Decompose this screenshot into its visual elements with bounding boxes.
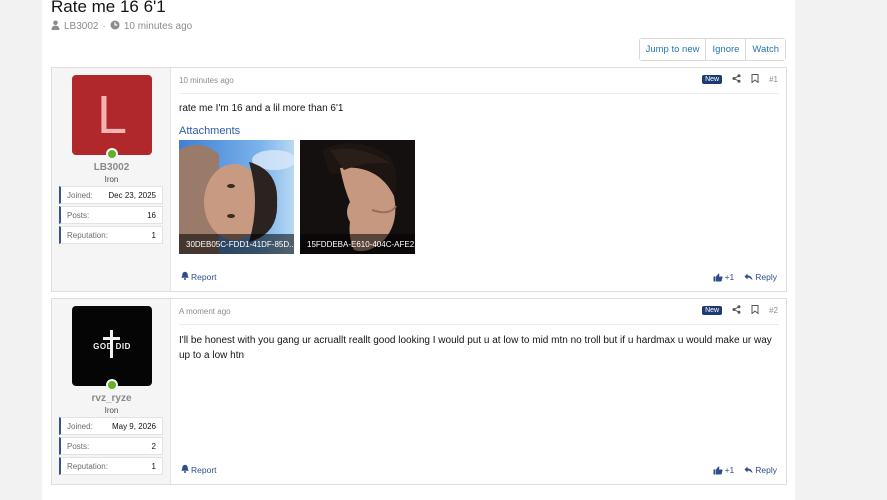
reply-icon <box>744 273 753 281</box>
clock-icon <box>110 20 120 33</box>
post-number[interactable]: #2 <box>769 306 778 315</box>
post-1: L LB3002 Iron Joined: Dec 23, 2025 Posts:… <box>51 67 787 292</box>
bookmark-icon[interactable] <box>751 305 759 316</box>
attachment-caption: 30DEB05C-FDD1-41DF-85D... <box>179 234 294 254</box>
online-indicator <box>106 379 118 391</box>
stat-joined: Joined: Dec 23, 2025 <box>59 186 163 204</box>
stat-reputation: Reputation: 1 <box>59 457 163 475</box>
user-icon <box>51 20 60 33</box>
jump-to-new-button[interactable]: Jump to new <box>639 39 707 60</box>
avatar[interactable]: L <box>72 75 152 155</box>
meta-separator: · <box>102 21 106 32</box>
reply-button[interactable]: Reply <box>744 465 777 475</box>
reply-label: Reply <box>755 272 777 282</box>
username[interactable]: rvz_ryze <box>52 393 171 404</box>
thread-actions: Jump to new Ignore Watch <box>638 38 786 61</box>
post-user-column: L LB3002 Iron Joined: Dec 23, 2025 Posts:… <box>52 68 171 291</box>
stat-value: 2 <box>151 441 156 451</box>
attachment-thumbnail[interactable]: 15FDDEBA-E610-404C-AFE2... <box>300 140 415 254</box>
user-title: Iron <box>104 175 119 184</box>
thread-page: Rate me 16 6'1 LB3002 · 10 minutes ago J… <box>42 0 795 500</box>
watch-button[interactable]: Watch <box>746 39 785 60</box>
thumbs-up-icon <box>713 273 723 282</box>
post-text: I'll be honest with you gang ur acruallt… <box>179 335 772 361</box>
stat-label: Posts: <box>67 441 90 451</box>
report-label: Report <box>191 464 217 475</box>
online-indicator <box>106 148 118 160</box>
like-count: +1 <box>724 272 735 282</box>
stat-label: Reputation: <box>67 461 108 471</box>
post-time[interactable]: 10 minutes ago <box>179 76 234 85</box>
user-stats: Joined: Dec 23, 2025 Posts: 16 Reputation:… <box>59 186 163 246</box>
stat-label: Joined: <box>67 421 93 431</box>
username[interactable]: LB3002 <box>52 162 171 173</box>
new-badge: New <box>702 75 723 84</box>
post-text: rate me I'm 16 and a lil more than 6'1 <box>179 103 344 114</box>
bell-icon <box>181 464 189 475</box>
like-button[interactable]: +1 <box>713 465 735 475</box>
report-label: Report <box>191 271 217 282</box>
post-divider <box>179 93 779 94</box>
bell-icon <box>181 271 189 282</box>
post-user-column: GOD DID rvz_ryze Iron Joined: May 9, 2026… <box>52 299 171 484</box>
user-stats: Joined: May 9, 2026 Posts: 2 Reputation: 1 <box>59 417 163 477</box>
thread-meta: LB3002 · 10 minutes ago <box>51 20 192 33</box>
post-body: 10 minutes ago New #1 rate me I'm 16 and… <box>172 68 786 291</box>
user-title: Iron <box>104 406 119 415</box>
post-reactions: +1 Reply <box>713 465 777 475</box>
post-tools: New #1 <box>702 74 778 85</box>
bookmark-icon[interactable] <box>751 74 759 85</box>
stat-label: Joined: <box>67 190 93 200</box>
share-icon[interactable] <box>732 74 741 85</box>
post-time[interactable]: A moment ago <box>179 307 231 316</box>
post-number[interactable]: #1 <box>769 75 778 84</box>
post-divider <box>179 324 779 325</box>
thumbs-up-icon <box>713 466 723 475</box>
stat-joined: Joined: May 9, 2026 <box>59 417 163 435</box>
reply-button[interactable]: Reply <box>744 272 777 282</box>
stat-posts: Posts: 2 <box>59 437 163 455</box>
stat-value: 1 <box>151 230 156 240</box>
like-button[interactable]: +1 <box>713 272 735 282</box>
report-link[interactable]: Report <box>181 271 217 282</box>
attachments-heading: Attachments <box>179 125 241 137</box>
reply-label: Reply <box>755 465 777 475</box>
attachment-thumbnail[interactable]: 30DEB05C-FDD1-41DF-85D... <box>179 140 294 254</box>
new-badge: New <box>702 306 723 315</box>
stat-value: May 9, 2026 <box>111 421 156 431</box>
stat-reputation: Reputation: 1 <box>59 226 163 244</box>
share-icon[interactable] <box>732 305 741 316</box>
avatar-text: GOD DID <box>93 342 131 351</box>
post-body: A moment ago New #2 I'll be honest with … <box>172 299 786 484</box>
report-link[interactable]: Report <box>181 464 217 475</box>
stat-label: Posts: <box>67 210 90 220</box>
reply-icon <box>744 466 753 474</box>
stat-posts: Posts: 16 <box>59 206 163 224</box>
post-reactions: +1 Reply <box>713 272 777 282</box>
thread-title: Rate me 16 6'1 <box>51 0 166 16</box>
stat-value: 16 <box>147 210 156 220</box>
ignore-button[interactable]: Ignore <box>706 39 747 60</box>
post-2: GOD DID rvz_ryze Iron Joined: May 9, 2026… <box>51 298 787 485</box>
avatar[interactable]: GOD DID <box>72 306 152 386</box>
stat-label: Reputation: <box>67 230 108 240</box>
stat-value: Dec 23, 2025 <box>108 190 156 200</box>
attachment-caption: 15FDDEBA-E610-404C-AFE2... <box>300 234 415 254</box>
like-count: +1 <box>724 465 735 475</box>
thread-author[interactable]: LB3002 <box>64 21 98 32</box>
thread-posted-time: 10 minutes ago <box>123 21 193 32</box>
stat-value: 1 <box>151 461 156 471</box>
post-tools: New #2 <box>702 305 778 316</box>
